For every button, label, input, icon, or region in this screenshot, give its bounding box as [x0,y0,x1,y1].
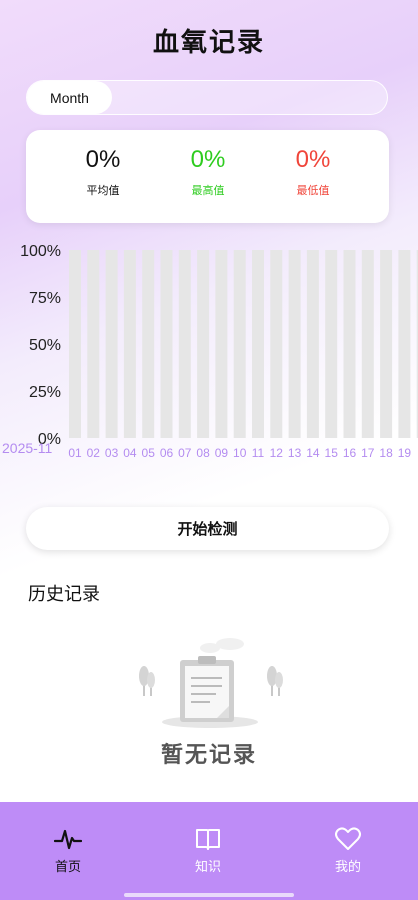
y-tick-label: 75% [29,290,61,307]
bar-track [306,250,319,438]
bar-track [87,250,100,438]
bar-track [325,250,338,438]
tab-home[interactable]: 首页 [28,826,108,875]
bar-track [361,250,374,438]
bar-track [142,250,155,438]
bar-track [233,250,246,438]
period-selector[interactable]: Month [26,80,388,115]
bar-track [398,250,411,438]
x-tick-label: 02 [87,446,101,460]
bar-track [380,250,393,438]
x-period-label: 2025-11 [2,440,53,456]
x-tick-label: 15 [325,446,339,460]
x-tick-label: 18 [379,446,393,460]
stat-average: 0% 平均值 [53,146,153,198]
x-tick-label: 09 [215,446,229,460]
bar-track [69,250,81,438]
blood-oxygen-chart: 100%75%50%25%0%01 02 03 04 05 06 07 08 09 10 11 12 1… [2,243,418,460]
start-detection-button[interactable]: 开始检测 [26,507,389,550]
bar-track [343,250,356,438]
tab-mine[interactable]: 我的 [308,826,388,875]
home-indicator [124,893,294,897]
empty-state-text: 暂无记录 [160,743,257,768]
x-tick-label: 10 [233,446,247,460]
y-tick-label: 50% [29,337,61,354]
bar-track [197,250,210,438]
x-tick-label: 11 [252,446,265,460]
x-tick-label: 01 [68,446,82,460]
x-tick-label: 05 [142,446,156,460]
x-tick-label: 16 [343,446,357,460]
stat-min-value: 0% [295,146,331,173]
tab-home-label: 首页 [54,860,81,875]
x-tick-label: 03 [105,446,119,460]
x-tick-label: 12 [270,446,284,460]
bar-track [288,250,301,438]
x-tick-label: 14 [306,446,320,460]
x-tick-label: 08 [196,446,210,460]
x-tick-label: 06 [160,446,174,460]
page-title: 血氧记录 [152,28,265,58]
stat-min-label: 最低值 [296,184,330,197]
bar-track [270,250,283,438]
bar-track [178,250,191,438]
stat-min: 0% 最低值 [263,146,363,198]
y-tick-label: 25% [29,384,61,401]
bottom-tab-bar: 首页 知识 我的 [0,802,418,900]
bar-track [252,250,264,438]
y-tick-label: 100% [20,243,61,260]
stat-max-label: 最高值 [191,184,225,197]
bar-track [215,250,228,438]
book-icon [196,829,220,850]
heart-icon [335,827,361,850]
tab-mine-label: 我的 [334,860,361,875]
x-tick-label: 04 [123,446,137,460]
x-tick-label: 07 [178,446,192,460]
bar-track [160,250,173,438]
history-title: 历史记录 [28,584,100,605]
pulse-icon [54,829,82,850]
stat-max-value: 0% [190,146,226,173]
x-tick-label: 17 [361,446,375,460]
stat-max: 0% 最高值 [158,146,258,198]
stat-average-label: 平均值 [86,184,120,197]
bar-track [105,250,118,438]
tab-knowledge[interactable]: 知识 [168,826,248,875]
tab-knowledge-label: 知识 [194,860,221,875]
x-tick-label: 19 [398,446,412,460]
stat-average-value: 0% [85,146,121,173]
stats-card: 0% 平均值 0% 最高值 0% 最低值 [26,130,389,223]
period-tab-month[interactable]: Month [27,81,112,114]
x-tick-label: 13 [288,446,302,460]
bar-track [123,250,136,438]
empty-clipboard-illustration [139,638,283,728]
